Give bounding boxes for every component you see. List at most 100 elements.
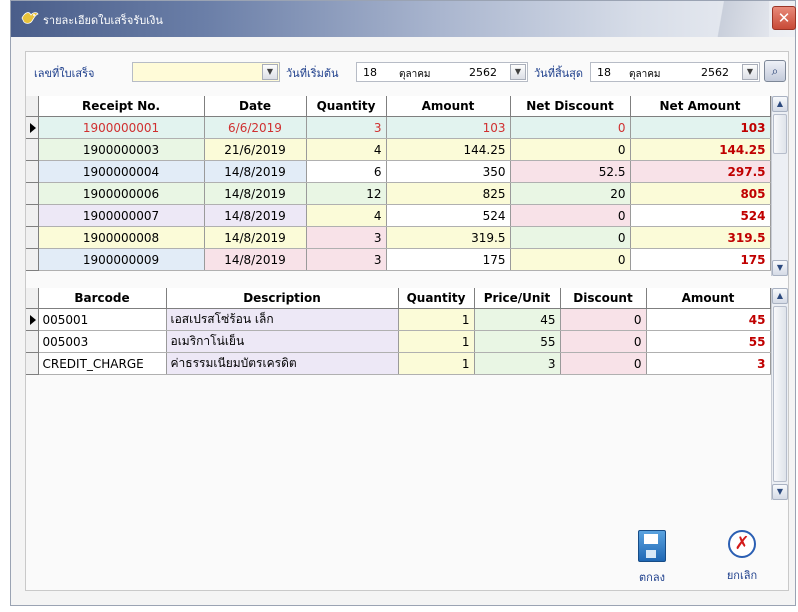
cell-net-discount[interactable]: 0 bbox=[510, 204, 631, 227]
row-selector[interactable] bbox=[26, 138, 39, 161]
cell-receipt-no[interactable]: 1900000008 bbox=[38, 226, 205, 249]
cell-amount[interactable]: 103 bbox=[386, 116, 511, 139]
cell-receipt-no[interactable]: 1900000009 bbox=[38, 248, 205, 271]
cell-item-amount[interactable]: 3 bbox=[646, 352, 771, 375]
cell-date[interactable]: 21/6/2019 bbox=[204, 138, 307, 161]
col-barcode[interactable]: Barcode bbox=[38, 288, 167, 309]
cell-net-amount[interactable]: 144.25 bbox=[630, 138, 771, 161]
col-price-unit[interactable]: Price/Unit bbox=[474, 288, 561, 309]
cell-amount[interactable]: 524 bbox=[386, 204, 511, 227]
cell-quantity[interactable]: 3 bbox=[306, 226, 387, 249]
cell-date[interactable]: 14/8/2019 bbox=[204, 226, 307, 249]
item-row[interactable]: 005001 เอสเปรสโซ่ร้อน เล็ก 1 45 0 45 bbox=[26, 308, 771, 331]
cell-net-discount[interactable]: 52.5 bbox=[510, 160, 631, 183]
row-selector[interactable] bbox=[26, 352, 39, 375]
col-quantity[interactable]: Quantity bbox=[306, 96, 387, 117]
row-selector[interactable] bbox=[26, 182, 39, 205]
cell-description[interactable]: ค่าธรรมเนียมบัตรเครดิต bbox=[166, 352, 399, 375]
cell-quantity[interactable]: 6 bbox=[306, 160, 387, 183]
receipt-row[interactable]: 1900000008 14/8/2019 3 319.5 0 319.5 bbox=[26, 226, 771, 249]
cell-description[interactable]: อเมริกาโน่เย็น bbox=[166, 330, 399, 353]
cell-price-unit[interactable]: 3 bbox=[474, 352, 561, 375]
cell-net-discount[interactable]: 20 bbox=[510, 182, 631, 205]
cell-receipt-no[interactable]: 1900000007 bbox=[38, 204, 205, 227]
cell-date[interactable]: 14/8/2019 bbox=[204, 160, 307, 183]
cell-discount[interactable]: 0 bbox=[560, 352, 647, 375]
col-receipt-no[interactable]: Receipt No. bbox=[38, 96, 205, 117]
cell-net-discount[interactable]: 0 bbox=[510, 248, 631, 271]
cell-net-amount[interactable]: 319.5 bbox=[630, 226, 771, 249]
receipt-dropdown-button[interactable]: ▼ bbox=[262, 64, 278, 80]
scroll-up-arrow-icon[interactable]: ▲ bbox=[772, 288, 788, 304]
receipt-row[interactable]: 1900000003 21/6/2019 4 144.25 0 144.25 bbox=[26, 138, 771, 161]
receipts-scroll-thumb[interactable] bbox=[773, 114, 787, 154]
row-selector[interactable] bbox=[26, 204, 39, 227]
cell-date[interactable]: 14/8/2019 bbox=[204, 182, 307, 205]
cell-amount[interactable]: 144.25 bbox=[386, 138, 511, 161]
cell-quantity[interactable]: 12 bbox=[306, 182, 387, 205]
item-row[interactable]: CREDIT_CHARGE ค่าธรรมเนียมบัตรเครดิต 1 3… bbox=[26, 352, 771, 375]
cell-amount[interactable]: 319.5 bbox=[386, 226, 511, 249]
items-scroll-thumb[interactable] bbox=[773, 306, 787, 482]
cell-receipt-no[interactable]: 1900000001 bbox=[38, 116, 205, 139]
col-net-amount[interactable]: Net Amount bbox=[630, 96, 771, 117]
cell-amount[interactable]: 825 bbox=[386, 182, 511, 205]
cell-quantity[interactable]: 4 bbox=[306, 204, 387, 227]
col-item-amount[interactable]: Amount bbox=[646, 288, 771, 309]
cell-quantity[interactable]: 4 bbox=[306, 138, 387, 161]
cell-item-quantity[interactable]: 1 bbox=[398, 330, 475, 353]
search-button[interactable]: ⌕ bbox=[764, 60, 786, 82]
cell-barcode[interactable]: CREDIT_CHARGE bbox=[38, 352, 167, 375]
cell-net-amount[interactable]: 103 bbox=[630, 116, 771, 139]
cell-item-amount[interactable]: 55 bbox=[646, 330, 771, 353]
cell-quantity[interactable]: 3 bbox=[306, 248, 387, 271]
title-bar[interactable]: รายละเอียดใบเสร็จรับเงิน ✕ bbox=[11, 1, 796, 37]
col-net-discount[interactable]: Net Discount bbox=[510, 96, 631, 117]
receipt-row[interactable]: 1900000007 14/8/2019 4 524 0 524 bbox=[26, 204, 771, 227]
cell-receipt-no[interactable]: 1900000004 bbox=[38, 160, 205, 183]
item-row[interactable]: 005003 อเมริกาโน่เย็น 1 55 0 55 bbox=[26, 330, 771, 353]
col-description[interactable]: Description bbox=[166, 288, 399, 309]
col-date[interactable]: Date bbox=[204, 96, 307, 117]
cancel-button[interactable]: ✗ ยกเลิก bbox=[712, 530, 772, 584]
cell-net-discount[interactable]: 0 bbox=[510, 226, 631, 249]
cell-net-discount[interactable]: 0 bbox=[510, 116, 631, 139]
row-selector[interactable] bbox=[26, 330, 39, 353]
row-selector[interactable] bbox=[26, 226, 39, 249]
cell-discount[interactable]: 0 bbox=[560, 330, 647, 353]
row-selector[interactable] bbox=[26, 160, 39, 183]
receipts-vertical-scrollbar[interactable]: ▲ ▼ bbox=[771, 96, 788, 276]
cell-date[interactable]: 14/8/2019 bbox=[204, 204, 307, 227]
col-discount[interactable]: Discount bbox=[560, 288, 647, 309]
cell-net-amount[interactable]: 175 bbox=[630, 248, 771, 271]
receipt-row[interactable]: 1900000006 14/8/2019 12 825 20 805 bbox=[26, 182, 771, 205]
cell-receipt-no[interactable]: 1900000003 bbox=[38, 138, 205, 161]
cell-quantity[interactable]: 3 bbox=[306, 116, 387, 139]
cell-barcode[interactable]: 005003 bbox=[38, 330, 167, 353]
cell-item-quantity[interactable]: 1 bbox=[398, 308, 475, 331]
items-vertical-scrollbar[interactable]: ▲ ▼ bbox=[771, 288, 788, 500]
scroll-down-arrow-icon[interactable]: ▼ bbox=[772, 484, 788, 500]
scroll-up-arrow-icon[interactable]: ▲ bbox=[772, 96, 788, 112]
receipt-row[interactable]: 1900000009 14/8/2019 3 175 0 175 bbox=[26, 248, 771, 271]
scroll-down-arrow-icon[interactable]: ▼ bbox=[772, 260, 788, 276]
cell-barcode[interactable]: 005001 bbox=[38, 308, 167, 331]
close-button[interactable]: ✕ bbox=[772, 6, 796, 30]
ok-button[interactable]: ตกลง bbox=[624, 530, 680, 586]
cell-date[interactable]: 14/8/2019 bbox=[204, 248, 307, 271]
cell-net-amount[interactable]: 297.5 bbox=[630, 160, 771, 183]
cell-net-amount[interactable]: 524 bbox=[630, 204, 771, 227]
cell-amount[interactable]: 175 bbox=[386, 248, 511, 271]
col-amount[interactable]: Amount bbox=[386, 96, 511, 117]
receipt-row[interactable]: 1900000001 6/6/2019 3 103 0 103 bbox=[26, 116, 771, 139]
cell-net-discount[interactable]: 0 bbox=[510, 138, 631, 161]
col-item-quantity[interactable]: Quantity bbox=[398, 288, 475, 309]
cell-date[interactable]: 6/6/2019 bbox=[204, 116, 307, 139]
end-date-picker[interactable]: 18 ตุลาคม 2562 ▼ bbox=[590, 62, 760, 82]
row-selector[interactable] bbox=[26, 308, 39, 331]
cell-price-unit[interactable]: 55 bbox=[474, 330, 561, 353]
start-date-dropdown-button[interactable]: ▼ bbox=[510, 64, 526, 80]
receipt-row[interactable]: 1900000004 14/8/2019 6 350 52.5 297.5 bbox=[26, 160, 771, 183]
end-date-dropdown-button[interactable]: ▼ bbox=[742, 64, 758, 80]
cell-item-quantity[interactable]: 1 bbox=[398, 352, 475, 375]
